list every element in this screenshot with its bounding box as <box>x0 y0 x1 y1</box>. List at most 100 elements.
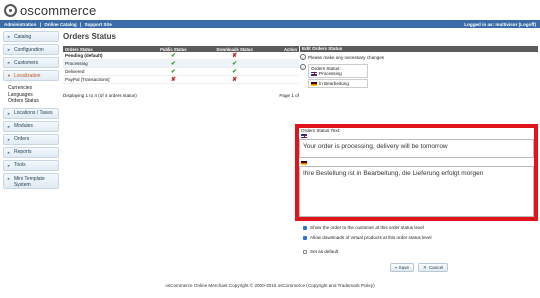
status-text-label: Orders Status Text: <box>301 128 341 133</box>
logged-in-status[interactable]: Logged in as: multivisor (Logoff) <box>464 22 536 27</box>
intro-row: i Please make any necessary changes <box>300 54 538 60</box>
sidebar-item-localization[interactable]: ▼ Localization <box>3 70 59 81</box>
sidebar-item-catalog[interactable]: ► Catalog <box>3 31 59 42</box>
pager-summary: Displaying 1 to 4 (of 4 orders status) <box>63 93 137 98</box>
status-name: Delivered <box>63 67 147 76</box>
online-catalog-link[interactable]: Online Catalog <box>44 22 76 27</box>
status-de-value: In Bearbeitung <box>319 81 349 86</box>
administration-link[interactable]: Administration <box>4 22 36 27</box>
logo-ring-icon <box>4 3 17 17</box>
status-text-de-textarea[interactable]: Ihre Bestellung ist in Bearbeitung, die … <box>299 166 534 217</box>
cancel-button[interactable]: ✕ Cancel <box>418 263 449 272</box>
action-cell <box>269 67 299 76</box>
sidebar-item-label: Locations / Taxes <box>13 110 53 116</box>
arrow-right-icon: ► <box>7 110 11 116</box>
sidebar-item-label: Catalog <box>13 33 32 40</box>
cross-icon: ✘ <box>199 75 270 84</box>
de-flag-icon <box>311 81 317 86</box>
sidebar-item-orders[interactable]: ► Orders <box>3 133 59 145</box>
check-icon: ✔ <box>146 67 200 76</box>
sidebar-item-modules[interactable]: ► Modules <box>3 120 59 132</box>
option-allow-downloads[interactable]: Allow downloads of virtual products at t… <box>303 235 432 240</box>
brand-name: oscommerce <box>20 2 97 18</box>
sidebar-item-label: Tools <box>13 162 26 168</box>
separator: | <box>39 21 41 27</box>
info-icon: i <box>300 54 306 60</box>
footer: osCommerce Online Merchant Copyright © 2… <box>165 283 375 288</box>
page-title: Orders Status <box>63 32 116 41</box>
save-label: Save <box>398 265 410 270</box>
sidebar-item-label: Configuration <box>13 46 44 53</box>
cross-icon: ✘ <box>199 52 270 60</box>
sidebar-item-configuration[interactable]: ► Configuration <box>3 44 59 55</box>
option-label: Allow downloads of virtual products at t… <box>310 235 432 240</box>
panel-title: Edit Orders Status <box>300 46 538 52</box>
sidebar-item-reports[interactable]: ► Reports <box>3 146 59 158</box>
checkbox-checked-icon[interactable] <box>303 225 307 230</box>
arrow-right-icon: ► <box>7 123 11 129</box>
edit-panel: Edit Orders Status i Please make any nec… <box>300 46 538 88</box>
sidebar-item-locations-taxes[interactable]: ► Locations / Taxes <box>3 107 59 119</box>
arrow-right-icon: ► <box>7 149 11 155</box>
status-en-value: Processing <box>319 71 342 76</box>
status-en-field[interactable]: Processing <box>311 71 342 76</box>
check-icon: ✔ <box>146 59 200 68</box>
arrow-down-icon: ▼ <box>7 73 11 78</box>
sidebar: ► Catalog ► Configuration ► Customers ▼ Loca… <box>3 31 59 191</box>
status-text-en-textarea[interactable]: Your order is processing, delivery will … <box>299 139 534 158</box>
option-label: Show the order to the customer at this o… <box>310 225 424 230</box>
checkbox-checked-icon[interactable] <box>303 235 307 240</box>
sidebar-item-label: Localization <box>13 72 41 79</box>
status-name: PayPal [Transactions] <box>63 75 147 84</box>
checkbox-unchecked-icon[interactable] <box>303 249 307 254</box>
sidebar-item-label: Mini Template System <box>13 175 45 188</box>
action-cell <box>269 59 299 68</box>
oscommerce-logo: oscommerce <box>4 2 97 18</box>
sidebar-item-label: Orders <box>13 136 30 142</box>
sidebar-item-customers[interactable]: ► Customers <box>3 57 59 68</box>
save-button[interactable]: ▪ Save <box>390 263 415 272</box>
table-row[interactable]: Pending (default) ✔ ✘ <box>63 52 299 60</box>
support-site-link[interactable]: Support Site <box>85 22 112 27</box>
sidebar-item-mini-template-system[interactable]: ► Mini Template System <box>3 172 59 189</box>
orders-status-group: Orders Status: Processing <box>308 64 368 78</box>
cancel-icon: ✕ <box>423 264 427 270</box>
pagination: Displaying 1 to 4 (of 4 orders status) P… <box>63 93 299 98</box>
separator: | <box>79 21 82 27</box>
orders-status-table: Orders Status Public Status Downloads St… <box>63 46 299 84</box>
table-row[interactable]: Delivered ✔ ✔ <box>63 67 299 76</box>
intro-text: Please make any necessary changes <box>308 54 385 60</box>
sidebar-item-label: Modules <box>13 123 33 129</box>
option-show-to-customer[interactable]: Show the order to the customer at this o… <box>303 225 424 230</box>
cancel-label: Cancel <box>428 265 444 270</box>
check-icon: ✔ <box>146 52 200 60</box>
sidebar-item-label: Reports <box>13 149 32 155</box>
submenu-orders-status[interactable]: Orders Status <box>8 98 59 105</box>
status-de-field[interactable]: In Bearbeitung <box>308 79 368 88</box>
top-navigation-bar: Administration | Online Catalog | Suppor… <box>0 20 540 28</box>
arrow-right-icon: ► <box>7 47 11 52</box>
option-label: Set as default <box>310 249 339 254</box>
arrow-right-icon: ► <box>7 175 11 181</box>
info-icon: i <box>300 64 306 70</box>
option-set-default[interactable]: Set as default <box>303 249 338 254</box>
sidebar-item-tools[interactable]: ► Tools <box>3 159 59 171</box>
action-cell <box>269 75 299 84</box>
save-icon: ▪ <box>395 265 397 270</box>
status-name: Pending (default) <box>63 52 147 60</box>
check-icon: ✔ <box>199 67 270 76</box>
sidebar-item-label: Customers <box>13 59 39 66</box>
cross-icon: ✘ <box>146 75 200 84</box>
arrow-right-icon: ► <box>7 60 11 65</box>
arrow-right-icon: ► <box>7 34 11 39</box>
table-row[interactable]: PayPal [Transactions] ✘ ✘ <box>63 75 299 84</box>
check-icon: ✔ <box>199 59 270 68</box>
uk-flag-icon <box>311 71 317 76</box>
table-row[interactable]: Processing ✔ ✔ <box>63 59 299 68</box>
arrow-right-icon: ► <box>7 136 11 142</box>
action-cell <box>269 52 299 60</box>
uk-flag-icon <box>301 134 307 138</box>
arrow-right-icon: ► <box>7 162 11 168</box>
localization-submenu: Currencies Languages Orders Status <box>3 83 59 108</box>
de-flag-icon <box>301 161 307 165</box>
